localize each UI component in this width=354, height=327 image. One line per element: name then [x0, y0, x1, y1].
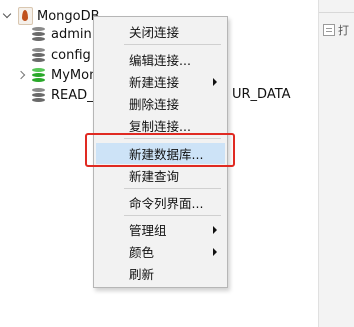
- menu-item-label: 编辑连接...: [129, 53, 191, 68]
- menu-item-copy-connection[interactable]: 复制连接...: [96, 115, 225, 136]
- menu-item-label: 命令列界面...: [129, 196, 204, 211]
- divider: [319, 12, 354, 13]
- database-icon: [32, 26, 45, 42]
- menu-item-manage-group[interactable]: 管理组: [96, 219, 225, 240]
- menu-item-new-query[interactable]: 新建查询: [96, 165, 225, 186]
- menu-item-new-connection[interactable]: 新建连接: [96, 71, 225, 92]
- context-menu: 关闭连接 编辑连接... 新建连接 删除连接 复制连接... 新建数据库... …: [93, 16, 228, 288]
- menu-separator: [124, 44, 221, 45]
- menu-item-edit-connection[interactable]: 编辑连接...: [96, 49, 225, 70]
- menu-item-command-line[interactable]: 命令列界面...: [96, 192, 225, 213]
- submenu-arrow-icon: [213, 226, 217, 234]
- database-icon: [32, 67, 45, 83]
- connection-label: MongoDB: [37, 8, 100, 24]
- database-label: admin: [51, 26, 92, 42]
- menu-item-color[interactable]: 颜色: [96, 241, 225, 262]
- submenu-arrow-icon: [213, 78, 217, 86]
- menu-item-label: 关闭连接: [129, 25, 180, 40]
- menu-separator: [124, 188, 221, 189]
- menu-item-label: 删除连接: [129, 97, 180, 112]
- open-object-label: 打: [338, 24, 349, 37]
- database-node-read[interactable]: READ_ UR_DATA: [32, 85, 291, 105]
- menu-item-label: 刷新: [129, 267, 155, 282]
- menu-separator: [124, 215, 221, 216]
- database-icon: [32, 87, 45, 103]
- database-icon: [32, 47, 45, 63]
- menu-item-label: 管理组: [129, 223, 167, 238]
- database-label: READ_: [51, 87, 94, 103]
- submenu-arrow-icon: [213, 248, 217, 256]
- menu-item-label: 颜色: [129, 245, 155, 260]
- menu-item-label: 复制连接...: [129, 119, 191, 134]
- chevron-down-icon[interactable]: [1, 9, 15, 23]
- menu-item-refresh[interactable]: 刷新: [96, 263, 225, 284]
- menu-item-delete-connection[interactable]: 删除连接: [96, 93, 225, 114]
- menu-item-label: 新建连接: [129, 75, 180, 90]
- connection-node-mongodb[interactable]: MongoDB: [0, 6, 100, 26]
- right-panel: 打: [318, 0, 354, 327]
- database-label: config: [51, 47, 91, 63]
- open-object-button[interactable]: 打: [323, 20, 349, 40]
- database-node-admin[interactable]: admin: [32, 24, 92, 44]
- open-object-icon: [323, 24, 335, 36]
- database-node-config[interactable]: config: [32, 45, 91, 65]
- mongodb-leaf-icon: [18, 7, 33, 25]
- menu-item-label: 新建查询: [129, 169, 180, 184]
- menu-item-new-database[interactable]: 新建数据库...: [96, 143, 225, 164]
- menu-separator: [124, 138, 221, 139]
- database-label-tail: UR_DATA: [232, 87, 291, 102]
- chevron-right-icon[interactable]: [16, 68, 28, 82]
- menu-item-label: 新建数据库...: [129, 147, 204, 162]
- menu-item-close-connection[interactable]: 关闭连接: [96, 21, 225, 42]
